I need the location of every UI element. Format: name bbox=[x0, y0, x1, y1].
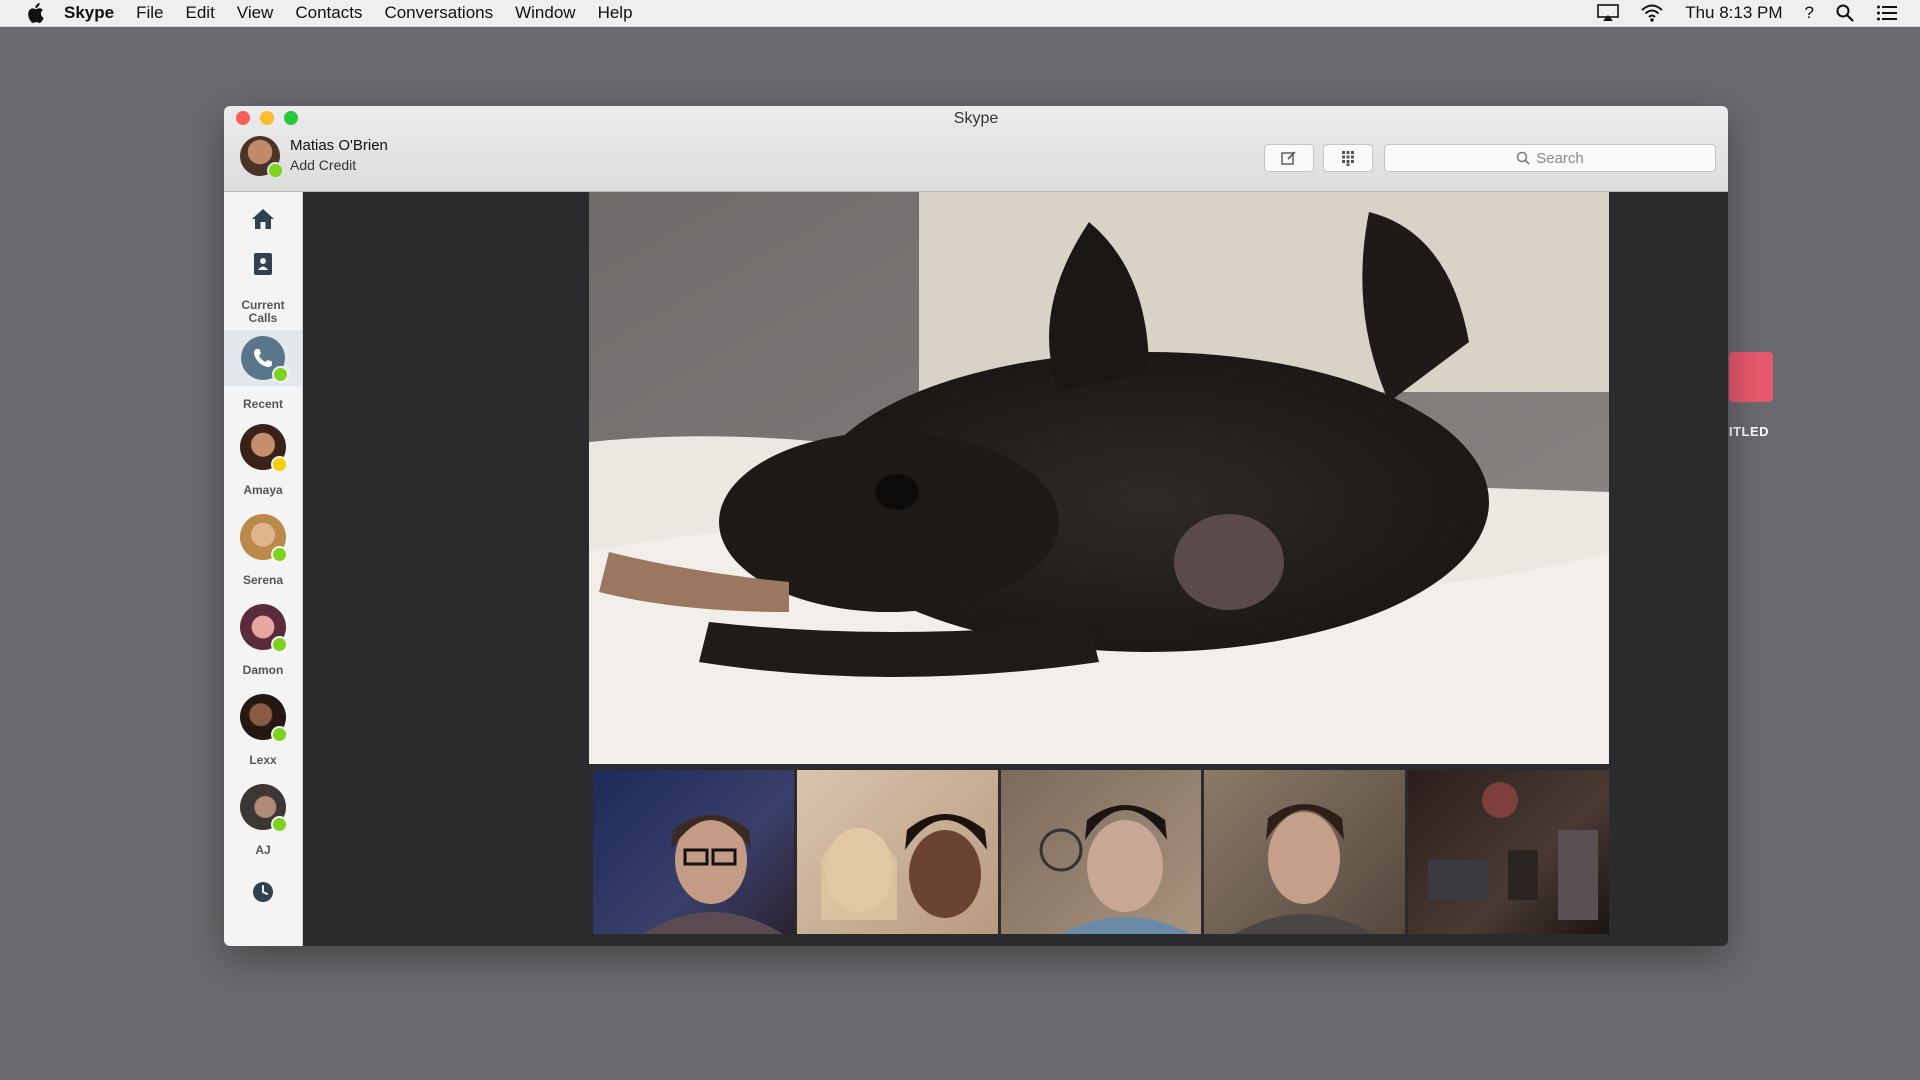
contact-avatar-serena[interactable] bbox=[240, 514, 288, 563]
main-video-feed[interactable] bbox=[589, 192, 1609, 764]
notification-center-icon[interactable] bbox=[1876, 4, 1898, 22]
participant-image bbox=[643, 815, 783, 934]
online-status-icon bbox=[267, 162, 284, 179]
contact-avatar-amaya[interactable] bbox=[240, 424, 288, 473]
online-status-icon bbox=[272, 366, 289, 383]
skype-window: Skype Matias O'Brien Add Credit Search C… bbox=[224, 106, 1728, 946]
online-status-icon bbox=[271, 726, 288, 743]
contacts-book-icon[interactable] bbox=[253, 252, 273, 276]
menu-window[interactable]: Window bbox=[515, 3, 575, 23]
airplay-icon[interactable] bbox=[1597, 4, 1620, 22]
contact-name-damon: Damon bbox=[242, 663, 284, 677]
participant-image bbox=[1039, 805, 1191, 934]
compose-icon bbox=[1281, 151, 1296, 165]
contact-name-lexx: Lexx bbox=[249, 753, 277, 767]
dialpad-button[interactable] bbox=[1323, 144, 1373, 172]
online-status-icon bbox=[271, 816, 288, 833]
menu-contacts[interactable]: Contacts bbox=[295, 3, 362, 23]
search-field[interactable]: Search bbox=[1384, 144, 1716, 172]
menu-bar: Skype File Edit View Contacts Conversati… bbox=[0, 0, 1920, 27]
online-status-icon bbox=[271, 636, 288, 653]
desktop-file-icon[interactable] bbox=[1729, 352, 1773, 402]
call-stage bbox=[303, 192, 1728, 946]
menu-skype[interactable]: Skype bbox=[64, 3, 114, 23]
recent-label: Recent bbox=[242, 397, 283, 411]
participant-image bbox=[1234, 804, 1375, 934]
participant-video-2[interactable] bbox=[796, 770, 998, 934]
contact-name-serena: Serena bbox=[242, 573, 284, 587]
participant-image bbox=[820, 814, 987, 920]
contact-avatar-damon[interactable] bbox=[240, 604, 288, 653]
menu-extras: Thu 8:13 PM ? bbox=[1597, 0, 1898, 26]
clock-icon[interactable] bbox=[252, 881, 274, 903]
contact-avatar-lexx[interactable] bbox=[240, 694, 288, 743]
participant-video-1[interactable] bbox=[593, 770, 794, 934]
home-icon[interactable] bbox=[251, 208, 275, 230]
away-status-icon bbox=[271, 456, 288, 473]
contact-avatar-aj[interactable] bbox=[240, 784, 288, 833]
participant-video-4[interactable] bbox=[1204, 770, 1406, 934]
wifi-icon[interactable] bbox=[1641, 4, 1663, 22]
participant-image bbox=[1428, 782, 1599, 920]
menu-edit[interactable]: Edit bbox=[186, 3, 215, 23]
search-placeholder: Search bbox=[1536, 149, 1584, 167]
participant-video-3[interactable] bbox=[1000, 770, 1202, 934]
add-credit-link[interactable]: Add Credit bbox=[290, 155, 388, 175]
online-status-icon bbox=[271, 546, 288, 563]
phone-icon bbox=[254, 349, 272, 367]
spotlight-search-icon[interactable] bbox=[1836, 4, 1854, 22]
menu-file[interactable]: File bbox=[136, 3, 163, 23]
window-title: Skype bbox=[953, 110, 999, 127]
sidebar: Current Calls Recent Amaya Serena Damon L… bbox=[224, 192, 303, 946]
profile-name: Matias O'Brien bbox=[290, 137, 388, 154]
contact-name-aj: AJ bbox=[255, 843, 271, 857]
participant-strip bbox=[593, 770, 1609, 934]
menu-help[interactable]: Help bbox=[598, 3, 633, 23]
clock[interactable]: Thu 8:13 PM bbox=[1685, 3, 1782, 23]
title-bar[interactable]: Skype Matias O'Brien Add Credit Search bbox=[224, 106, 1728, 192]
help-icon[interactable]: ? bbox=[1805, 3, 1814, 23]
dog-video-image bbox=[589, 192, 1609, 764]
profile-avatar[interactable] bbox=[240, 136, 284, 179]
search-icon bbox=[1516, 151, 1530, 165]
dialpad-icon bbox=[1342, 151, 1354, 166]
menu-conversations[interactable]: Conversations bbox=[384, 3, 493, 23]
participant-video-5[interactable] bbox=[1408, 770, 1609, 934]
current-calls-label: Current Calls bbox=[241, 298, 285, 325]
contact-name-amaya: Amaya bbox=[243, 483, 283, 497]
menu-view[interactable]: View bbox=[237, 3, 274, 23]
apple-menu-icon[interactable] bbox=[26, 3, 44, 23]
desktop-file-label: ITLED bbox=[1729, 424, 1770, 439]
profile[interactable]: Matias O'Brien Add Credit bbox=[240, 136, 388, 179]
compose-button[interactable] bbox=[1264, 144, 1314, 172]
current-call-button[interactable] bbox=[241, 336, 289, 383]
